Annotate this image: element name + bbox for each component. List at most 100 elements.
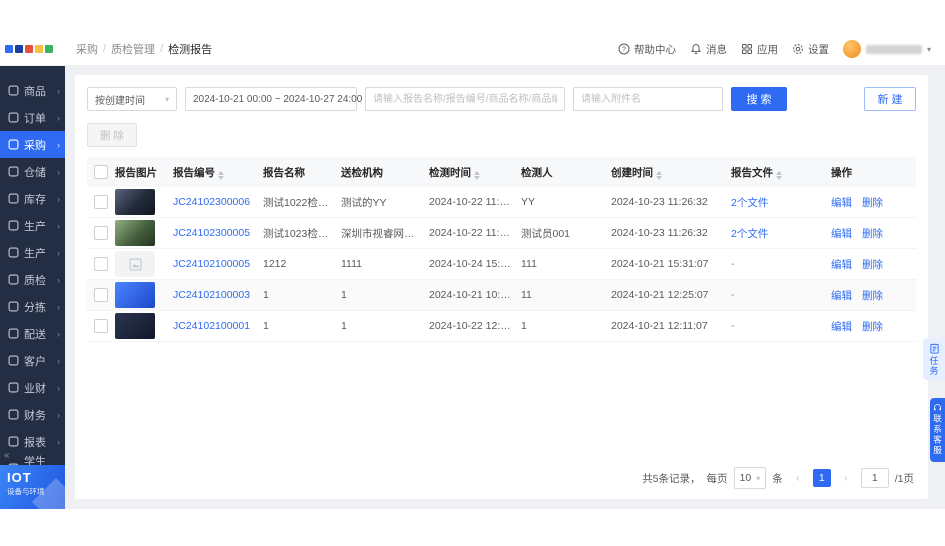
row-checkbox[interactable]: [94, 226, 108, 240]
delete-link[interactable]: 删除: [862, 197, 883, 209]
date-range-value: 2024-10-21 00:00 ~ 2024-10-27 24:00: [193, 93, 363, 105]
column-label: 报告编号: [173, 166, 215, 179]
messages-link[interactable]: 消息: [690, 42, 727, 57]
keyword-input[interactable]: [365, 87, 565, 111]
report-id-link[interactable]: JC24102300006: [173, 196, 250, 208]
delete-link[interactable]: 删除: [862, 321, 883, 333]
edit-link[interactable]: 编辑: [831, 290, 852, 302]
image-placeholder-icon: [129, 258, 141, 270]
help-center-link[interactable]: ? 帮助中心: [618, 42, 676, 57]
report-id-link[interactable]: JC24102300005: [173, 227, 250, 239]
purchase-icon: [8, 139, 19, 150]
prev-page-button[interactable]: ‹: [789, 469, 807, 487]
column-header: 检测人: [521, 165, 611, 180]
table-header: 报告图片 报告编号 报告名称 送检机构 检测时间 检测人 创建时间 报告文件 操作: [87, 157, 916, 187]
delete-link[interactable]: 删除: [862, 259, 883, 271]
production-2-icon: [8, 247, 19, 258]
column-header[interactable]: 报告文件: [731, 165, 831, 180]
column-header[interactable]: 检测时间: [429, 165, 521, 180]
sidebar-item-goods[interactable]: 商品 ›: [0, 77, 65, 104]
breadcrumb-item[interactable]: 质检管理: [111, 41, 155, 57]
edit-link[interactable]: 编辑: [831, 321, 852, 333]
current-page[interactable]: 1: [812, 469, 831, 487]
next-page-button[interactable]: ›: [837, 469, 855, 487]
chevron-right-icon: ›: [57, 247, 60, 258]
edit-link[interactable]: 编辑: [831, 228, 852, 240]
sidebar-item-orders[interactable]: 订单 ›: [0, 104, 65, 131]
contact-service-button[interactable]: 联系客服: [930, 398, 945, 462]
column-header[interactable]: 创建时间: [611, 165, 731, 180]
row-checkbox[interactable]: [94, 195, 108, 209]
chevron-down-icon: ▾: [164, 94, 169, 104]
apps-label: 应用: [756, 43, 778, 56]
date-range-picker[interactable]: 2024-10-21 00:00 ~ 2024-10-27 24:00: [185, 87, 362, 111]
sort-icon: [474, 170, 480, 180]
row-checkbox[interactable]: [94, 319, 108, 333]
filter-bar: 按创建时间 ▾ 2024-10-21 00:00 ~ 2024-10-27 24…: [87, 87, 916, 111]
sidebar-item-quality[interactable]: 质检 ›: [0, 266, 65, 293]
row-checkbox[interactable]: [94, 257, 108, 271]
no-files: -: [731, 320, 735, 332]
sidebar-item-label: 业财: [24, 382, 46, 395]
files-link[interactable]: 2个文件: [731, 228, 768, 240]
sidebar-item-label: 商品: [24, 85, 46, 98]
row-checkbox[interactable]: [94, 288, 108, 302]
report-thumbnail[interactable]: [115, 189, 155, 215]
files-link[interactable]: 2个文件: [731, 197, 768, 209]
settings-link[interactable]: 设置: [792, 42, 829, 57]
apps-link[interactable]: 应用: [741, 42, 778, 57]
attachment-input[interactable]: [573, 87, 723, 111]
business-finance-icon: [8, 382, 19, 393]
column-header[interactable]: 报告编号: [173, 165, 263, 180]
delete-link[interactable]: 删除: [862, 290, 883, 302]
sidebar-item-delivery[interactable]: 配送 ›: [0, 320, 65, 347]
report-thumbnail[interactable]: [115, 282, 155, 308]
sidebar-item-label: 库存: [24, 193, 46, 206]
created-time: 2024-10-21 12:25:07: [611, 289, 709, 301]
task-panel-button[interactable]: 任务: [923, 338, 945, 380]
report-thumbnail[interactable]: [115, 251, 155, 277]
delete-link[interactable]: 删除: [862, 228, 883, 240]
total-records: 共5条记录，: [642, 472, 701, 485]
created-time: 2024-10-23 11:26:32: [611, 196, 708, 208]
report-id-link[interactable]: JC24102100001: [173, 320, 250, 332]
breadcrumb: 采购 / 质检管理 / 检测报告: [76, 41, 212, 57]
report-thumbnail[interactable]: [115, 313, 155, 339]
sidebar-item-business-finance[interactable]: 业财 ›: [0, 374, 65, 401]
orders-icon: [8, 112, 19, 123]
page-jump-input[interactable]: 1: [860, 468, 889, 488]
user-menu[interactable]: ▾: [842, 40, 931, 58]
edit-link[interactable]: 编辑: [831, 259, 852, 271]
sidebar-collapse-button[interactable]: «: [4, 450, 10, 461]
sort-icon: [218, 170, 224, 180]
sidebar-item-customers[interactable]: 客户 ›: [0, 347, 65, 374]
batch-delete-button[interactable]: 删 除: [87, 123, 137, 147]
sidebar-item-production[interactable]: 生产 ›: [0, 212, 65, 239]
page-size-select[interactable]: 10 ▾: [733, 467, 767, 489]
select-all-checkbox[interactable]: [94, 165, 108, 179]
sidebar-item-purchase[interactable]: 采购 ›: [0, 131, 65, 158]
edit-link[interactable]: 编辑: [831, 197, 852, 209]
column-label: 报告文件: [731, 166, 773, 179]
sidebar-item-sorting[interactable]: 分拣 ›: [0, 293, 65, 320]
breadcrumb-item[interactable]: 采购: [76, 41, 98, 57]
column-label: 操作: [831, 166, 852, 179]
sidebar-item-production-2[interactable]: 生产 ›: [0, 239, 65, 266]
svg-text:?: ?: [622, 47, 626, 54]
report-id-link[interactable]: JC24102100003: [173, 289, 250, 301]
report-thumbnail[interactable]: [115, 220, 155, 246]
report-id-link[interactable]: JC24102100005: [173, 258, 250, 270]
created-time: 2024-10-21 15:31:07: [611, 258, 709, 270]
sidebar-item-warehouse[interactable]: 仓储 ›: [0, 158, 65, 185]
brand-logo-square: [15, 45, 23, 53]
created-time: 2024-10-23 11:26:32: [611, 227, 708, 239]
create-button[interactable]: 新 建: [864, 87, 916, 111]
column-header: 操作: [831, 165, 916, 180]
column-header: 送检机构: [341, 165, 429, 180]
search-button[interactable]: 搜 索: [731, 87, 787, 111]
sidebar-item-finance[interactable]: 财务 ›: [0, 401, 65, 428]
sidebar-item-inventory[interactable]: 库存 ›: [0, 185, 65, 212]
column-label: 报告名称: [263, 166, 305, 179]
brand-logo[interactable]: [5, 45, 53, 53]
time-field-select[interactable]: 按创建时间 ▾: [87, 87, 177, 111]
